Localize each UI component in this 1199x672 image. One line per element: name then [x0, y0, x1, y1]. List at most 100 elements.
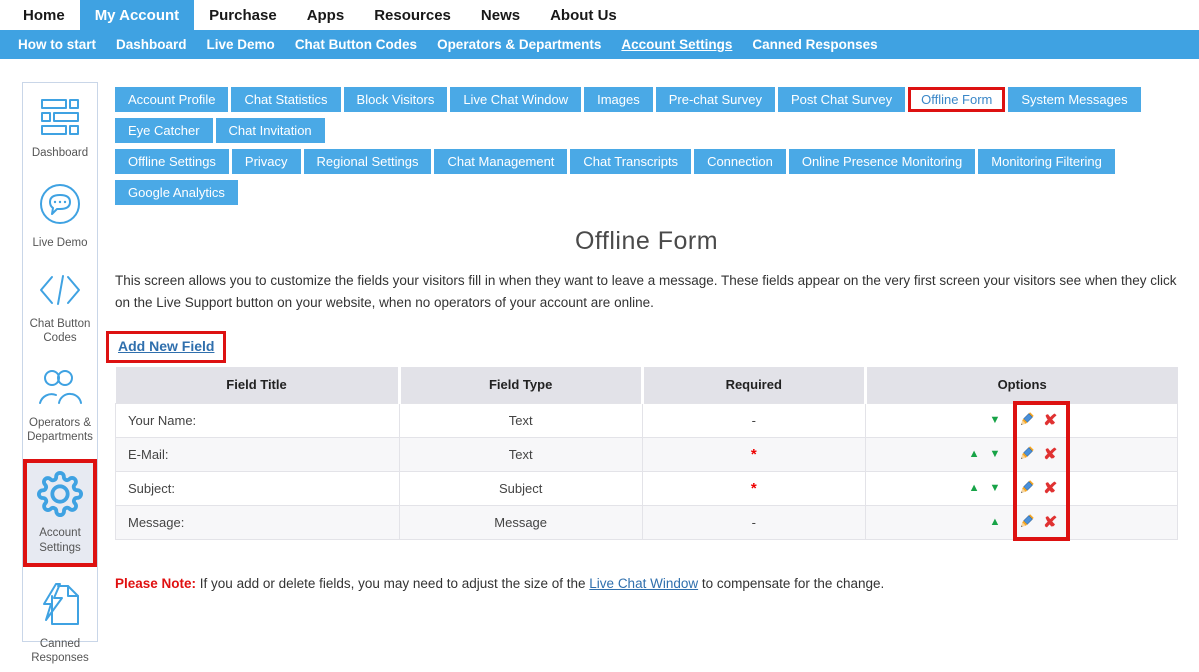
field-type-cell: Subject — [399, 472, 642, 506]
tab-online-presence-monitoring[interactable]: Online Presence Monitoring — [789, 149, 975, 174]
gear-icon — [37, 471, 83, 522]
sidebar-item-label: Dashboard — [32, 146, 88, 160]
field-title-cell: Subject: — [116, 472, 400, 506]
header-required: Required — [642, 367, 865, 404]
sidebar-item-label: Live Demo — [33, 236, 88, 250]
please-note: Please Note: If you add or delete fields… — [115, 576, 1178, 591]
sidebar: Dashboard Live Demo Chat Button Codes — [22, 82, 98, 642]
lightning-doc-icon — [38, 582, 82, 633]
tab-chat-statistics[interactable]: Chat Statistics — [231, 87, 340, 112]
edit-pencil-icon[interactable] — [1018, 479, 1035, 499]
fields-table: Field Title Field Type Required Options … — [115, 367, 1178, 541]
delete-x-icon[interactable]: ✘ — [1043, 481, 1057, 496]
header-field-title: Field Title — [116, 367, 400, 404]
header-field-type: Field Type — [399, 367, 642, 404]
required-cell: * — [642, 472, 865, 506]
sidebar-item-label: Chat Button Codes — [25, 317, 95, 346]
sidebar-item-label: Account Settings — [29, 526, 91, 555]
sub-nav-chat-button-codes[interactable]: Chat Button Codes — [285, 37, 427, 52]
move-up-icon[interactable]: ▲ — [969, 449, 980, 460]
tab-account-profile[interactable]: Account Profile — [115, 87, 228, 112]
sidebar-item-account-settings[interactable]: Account Settings — [23, 459, 97, 567]
live-chat-window-link[interactable]: Live Chat Window — [589, 576, 698, 591]
sidebar-item-label: Operators & Departments — [25, 416, 95, 445]
sub-nav-canned-responses[interactable]: Canned Responses — [742, 37, 887, 52]
edit-pencil-icon[interactable] — [1018, 411, 1035, 431]
settings-tabs-row-2: Offline Settings Privacy Regional Settin… — [115, 149, 1178, 211]
sub-nav: How to start Dashboard Live Demo Chat Bu… — [0, 30, 1199, 59]
options-cell: ▼ ✘ — [865, 404, 1177, 438]
top-nav-my-account[interactable]: My Account — [80, 0, 194, 30]
table-row: Message: Message - ▲ ✘ — [116, 506, 1178, 540]
main-content: Account Profile Chat Statistics Block Vi… — [115, 59, 1178, 591]
chat-bubble-icon — [37, 181, 83, 232]
add-new-field-highlight: Add New Field — [106, 331, 226, 363]
sub-nav-dashboard[interactable]: Dashboard — [106, 37, 197, 52]
move-down-icon[interactable]: ▼ — [990, 415, 1001, 426]
move-down-icon[interactable]: ▼ — [990, 483, 1001, 494]
required-cell: * — [642, 438, 865, 472]
code-icon — [37, 272, 83, 313]
sub-nav-live-demo[interactable]: Live Demo — [197, 37, 285, 52]
tab-images[interactable]: Images — [584, 87, 653, 112]
tab-offline-form[interactable]: Offline Form — [908, 87, 1005, 112]
delete-x-icon[interactable]: ✘ — [1043, 413, 1057, 428]
top-nav-purchase[interactable]: Purchase — [194, 0, 292, 30]
field-type-cell: Text — [399, 438, 642, 472]
page-title: Offline Form — [115, 227, 1178, 256]
options-cell: ▲ ▼ ✘ — [865, 472, 1177, 506]
tab-chat-invitation[interactable]: Chat Invitation — [216, 118, 325, 143]
page-description: This screen allows you to customize the … — [115, 270, 1178, 315]
header-options: Options — [865, 367, 1177, 404]
top-nav-about-us[interactable]: About Us — [535, 0, 632, 30]
move-down-icon[interactable]: ▼ — [990, 449, 1001, 460]
options-cell: ▲ ▼ ✘ — [865, 438, 1177, 472]
tab-block-visitors[interactable]: Block Visitors — [344, 87, 448, 112]
settings-tabs-row-1: Account Profile Chat Statistics Block Vi… — [115, 87, 1178, 149]
fields-table-wrap: Field Title Field Type Required Options … — [115, 367, 1178, 541]
add-new-field-link[interactable]: Add New Field — [118, 338, 214, 354]
edit-pencil-icon[interactable] — [1018, 445, 1035, 465]
top-nav-apps[interactable]: Apps — [292, 0, 360, 30]
edit-pencil-icon[interactable] — [1018, 513, 1035, 533]
delete-x-icon[interactable]: ✘ — [1043, 447, 1057, 462]
required-cell: - — [642, 506, 865, 540]
top-nav-home[interactable]: Home — [8, 0, 80, 30]
sub-nav-account-settings[interactable]: Account Settings — [611, 37, 742, 52]
sidebar-item-operators-departments[interactable]: Operators & Departments — [23, 361, 97, 451]
sidebar-item-live-demo[interactable]: Live Demo — [23, 175, 97, 256]
tab-chat-transcripts[interactable]: Chat Transcripts — [570, 149, 691, 174]
sidebar-item-label: Canned Responses — [25, 637, 95, 666]
required-cell: - — [642, 404, 865, 438]
sidebar-item-dashboard[interactable]: Dashboard — [23, 91, 97, 166]
users-icon — [37, 367, 83, 412]
tab-google-analytics[interactable]: Google Analytics — [115, 180, 238, 205]
top-nav: Home My Account Purchase Apps Resources … — [0, 0, 1199, 30]
top-nav-resources[interactable]: Resources — [359, 0, 466, 30]
table-row: Subject: Subject * ▲ ▼ ✘ — [116, 472, 1178, 506]
tab-eye-catcher[interactable]: Eye Catcher — [115, 118, 213, 143]
tab-connection[interactable]: Connection — [694, 149, 786, 174]
tab-live-chat-window[interactable]: Live Chat Window — [450, 87, 581, 112]
tab-post-chat-survey[interactable]: Post Chat Survey — [778, 87, 905, 112]
sidebar-item-canned-responses[interactable]: Canned Responses — [23, 576, 97, 672]
tab-system-messages[interactable]: System Messages — [1008, 87, 1140, 112]
sub-nav-operators-departments[interactable]: Operators & Departments — [427, 37, 611, 52]
tab-monitoring-filtering[interactable]: Monitoring Filtering — [978, 149, 1115, 174]
table-row: E-Mail: Text * ▲▼ ✘ — [116, 438, 1178, 472]
delete-x-icon[interactable]: ✘ — [1043, 515, 1057, 530]
table-header-row: Field Title Field Type Required Options — [116, 367, 1178, 404]
tab-chat-management[interactable]: Chat Management — [434, 149, 567, 174]
field-title-cell: Message: — [116, 506, 400, 540]
move-up-icon[interactable]: ▲ — [990, 517, 1001, 528]
tab-regional-settings[interactable]: Regional Settings — [304, 149, 432, 174]
tab-privacy[interactable]: Privacy — [232, 149, 301, 174]
field-title-cell: Your Name: — [116, 404, 400, 438]
move-up-icon[interactable]: ▲ — [969, 483, 980, 494]
tab-pre-chat-survey[interactable]: Pre-chat Survey — [656, 87, 775, 112]
sub-nav-how-to-start[interactable]: How to start — [8, 37, 106, 52]
sidebar-item-chat-button-codes[interactable]: Chat Button Codes — [23, 266, 97, 352]
options-cell: ▲ ✘ — [865, 506, 1177, 540]
tab-offline-settings[interactable]: Offline Settings — [115, 149, 229, 174]
top-nav-news[interactable]: News — [466, 0, 535, 30]
